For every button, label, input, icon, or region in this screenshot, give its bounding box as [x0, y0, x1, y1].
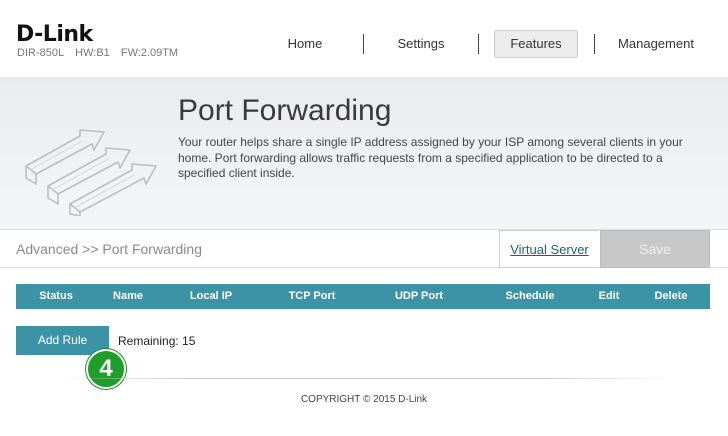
column-local-ip: Local IP [189, 290, 233, 302]
virtual-server-link[interactable]: Virtual Server [499, 230, 599, 268]
port-forwarding-arrows-icon [25, 129, 157, 216]
breadcrumb: Advanced >> Port Forwarding [16, 241, 202, 257]
page-description: Your router helps share a single IP addr… [178, 135, 683, 180]
nav-separator [478, 34, 479, 54]
column-edit: Edit [598, 290, 620, 302]
nav-features[interactable]: Features [494, 30, 578, 58]
step-number-badge: 4 [86, 349, 126, 389]
column-tcp-port: TCP Port [288, 290, 336, 302]
page-title: Port Forwarding [178, 94, 392, 127]
nav-settings[interactable]: Settings [386, 30, 456, 58]
fw-label: FW:2.09TM [120, 47, 179, 59]
rules-table-header: Status Name Local IP TCP Port UDP Port S… [16, 284, 710, 309]
nav-separator [363, 34, 364, 54]
column-status: Status [39, 290, 73, 302]
nav-home[interactable]: Home [270, 30, 340, 58]
copyright-text: COPYRIGHT © 2015 D-Link [300, 394, 428, 405]
hw-label: HW:B1 [75, 47, 110, 59]
column-schedule: Schedule [505, 290, 555, 302]
main-nav: Home Settings Features Management [248, 30, 718, 58]
remaining-rules-count: Remaining: 15 [118, 334, 196, 348]
model-label: DIR-850L [17, 47, 65, 59]
add-rule-button[interactable]: Add Rule [16, 326, 109, 355]
nav-management[interactable]: Management [608, 30, 704, 58]
footer-divider [60, 378, 670, 379]
page-banner: Port Forwarding Your router helps share … [0, 78, 728, 230]
top-header: D-Link DIR-850L HW:B1 FW:2.09TM Home Set… [0, 0, 728, 78]
column-udp-port: UDP Port [394, 290, 444, 302]
breadcrumb-bar: Advanced >> Port Forwarding Virtual Serv… [0, 230, 728, 268]
device-info: DIR-850L HW:B1 FW:2.09TM [17, 47, 186, 59]
save-button[interactable]: Save [600, 230, 710, 268]
nav-separator [594, 34, 595, 54]
column-name: Name [113, 290, 143, 302]
dlink-logo: D-Link [16, 22, 93, 47]
column-delete: Delete [654, 290, 688, 302]
